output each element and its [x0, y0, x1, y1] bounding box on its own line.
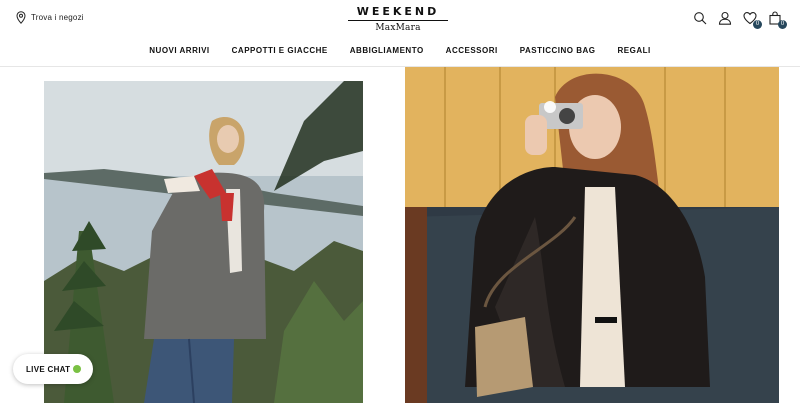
online-status-dot	[73, 365, 81, 373]
hero-image-coat[interactable]	[44, 81, 363, 403]
wishlist-count-badge: 0	[753, 20, 762, 29]
site-header: Trova i negozi WEEKEND MaxMara 0 0 NUOVI…	[0, 0, 800, 67]
user-icon	[718, 11, 732, 25]
logo-divider	[348, 20, 448, 21]
nav-item-pasticcino-bag[interactable]: PASTICCINO BAG	[509, 46, 607, 55]
nav-item-coats-jackets[interactable]: CAPPOTTI E GIACCHE	[221, 46, 339, 55]
wishlist-button[interactable]: 0	[743, 11, 762, 29]
search-button[interactable]	[693, 11, 707, 25]
brand-logo[interactable]: WEEKEND MaxMara	[348, 5, 448, 33]
logo-maxmara: MaxMara	[375, 23, 421, 33]
hero-image-leather-jacket[interactable]	[405, 67, 779, 403]
location-pin-icon	[16, 11, 26, 24]
cart-count-badge: 0	[778, 20, 787, 29]
store-locator-link[interactable]: Trova i negozi	[16, 11, 84, 24]
account-button[interactable]	[718, 11, 732, 25]
store-locator-label: Trova i negozi	[31, 13, 84, 22]
nav-item-gifts[interactable]: REGALI	[606, 46, 661, 55]
nav-item-new-arrivals[interactable]: NUOVI ARRIVI	[138, 46, 220, 55]
nav-item-clothing[interactable]: ABBIGLIAMENTO	[339, 46, 435, 55]
nav-item-accessories[interactable]: ACCESSORI	[435, 46, 509, 55]
header-actions: 0 0	[693, 11, 787, 29]
hero-photo-lake-scene	[44, 81, 363, 403]
search-icon	[694, 12, 707, 25]
hero-photo-camera-scene	[405, 67, 779, 403]
main-navigation: NUOVI ARRIVI CAPPOTTI E GIACCHE ABBIGLIA…	[0, 46, 800, 55]
logo-weekend: WEEKEND	[356, 5, 440, 18]
live-chat-button[interactable]: LIVE CHAT	[13, 354, 93, 384]
cart-button[interactable]: 0	[768, 11, 787, 29]
live-chat-label: LIVE CHAT	[26, 364, 71, 374]
